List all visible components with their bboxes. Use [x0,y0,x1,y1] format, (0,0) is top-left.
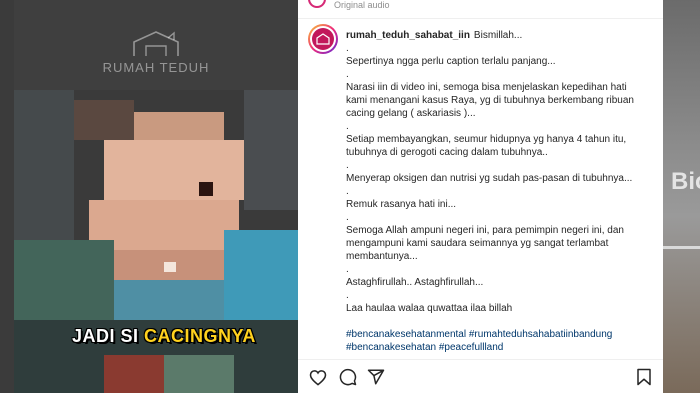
share-button[interactable] [366,367,386,387]
mosaic-block [224,230,298,320]
video-pane[interactable]: RUMAH TEDUH JADI SI CACINGNYA [14,0,298,393]
caption-line: . [346,290,349,301]
caption-line: Menyerap oksigen dan nutrisi yg sudah pa… [346,173,633,184]
caption-line: . [346,69,349,80]
mosaic-block [14,240,114,320]
subtitle-prefix: JADI SI [72,326,145,346]
backdrop-divider [663,246,700,249]
backdrop-left [0,0,14,393]
mosaic-block [104,140,244,200]
post-header-strip: Original audio [298,0,663,19]
like-button[interactable] [308,367,328,387]
mosaic-block [244,90,298,210]
avatar[interactable] [308,24,338,54]
mosaic-block [164,262,176,272]
house-logo-icon [133,31,179,56]
caption-line: . [346,212,349,223]
account-logo-icon [312,28,334,50]
caption-line: . [346,264,349,275]
action-bar [298,359,663,393]
username-link[interactable]: rumah_teduh_sahabat_iin [346,30,470,41]
post-panel: Original audio rumah_teduh_sahabat_iin Bi… [298,0,663,393]
mosaic-block [104,355,164,393]
backdrop-text: Bio [671,168,700,195]
caption-line: Remuk rasanya hati ini... [346,199,457,210]
watermark-text: RUMAH TEDUH [102,60,210,75]
bookmark-icon [637,368,651,386]
audio-label[interactable]: Original audio [334,0,390,10]
hashtags-line-2[interactable]: #bencanakesehatan #peacefullland [346,342,503,353]
caption-line: . [346,186,349,197]
mosaic-block [74,100,134,140]
subtitle-highlight: CACINGNYA [144,326,256,346]
mosaic-block [134,112,224,140]
hashtags[interactable]: #bencanakesehatanmental #rumahteduhsahab… [346,328,646,354]
save-button[interactable] [634,367,654,387]
caption-line: Narasi iin di video ini, semoga bisa men… [346,82,634,119]
video-subtitle: JADI SI CACINGNYA [72,326,256,347]
caption-line: Laa haulaa walaa quwattaa ilaa billah [346,303,513,314]
share-icon [367,369,385,385]
header-avatar[interactable] [308,0,326,8]
caption-opening: Bismillah... [473,30,523,41]
post-caption: rumah_teduh_sahabat_iin Bismillah... . Se… [346,29,646,354]
mosaic-block [164,355,234,393]
comment-button[interactable] [338,367,358,387]
caption-line: . [346,43,349,54]
hashtags-line-1[interactable]: #bencanakesehatanmental #rumahteduhsahab… [346,329,612,340]
caption-first-line: rumah_teduh_sahabat_iin Bismillah... [346,29,646,42]
caption-line: Semoga Allah ampuni negeri ini, para pem… [346,225,624,262]
rumah-teduh-watermark: RUMAH TEDUH [14,30,298,75]
caption-line: Sepertinya ngga perlu caption terlalu pa… [346,56,556,67]
mosaic-block [14,90,74,240]
backdrop-right: Bio [663,0,700,393]
caption-line: . [346,160,349,171]
mosaic-block [114,280,224,320]
caption-line: Setiap membayangkan, seumur hidupnya yg … [346,134,627,158]
comment-icon [339,368,357,386]
caption-line: Astaghfirullah.. Astaghfirullah... [346,277,484,288]
heart-icon [309,369,327,386]
caption-line: . [346,121,349,132]
mosaic-block [199,182,213,196]
